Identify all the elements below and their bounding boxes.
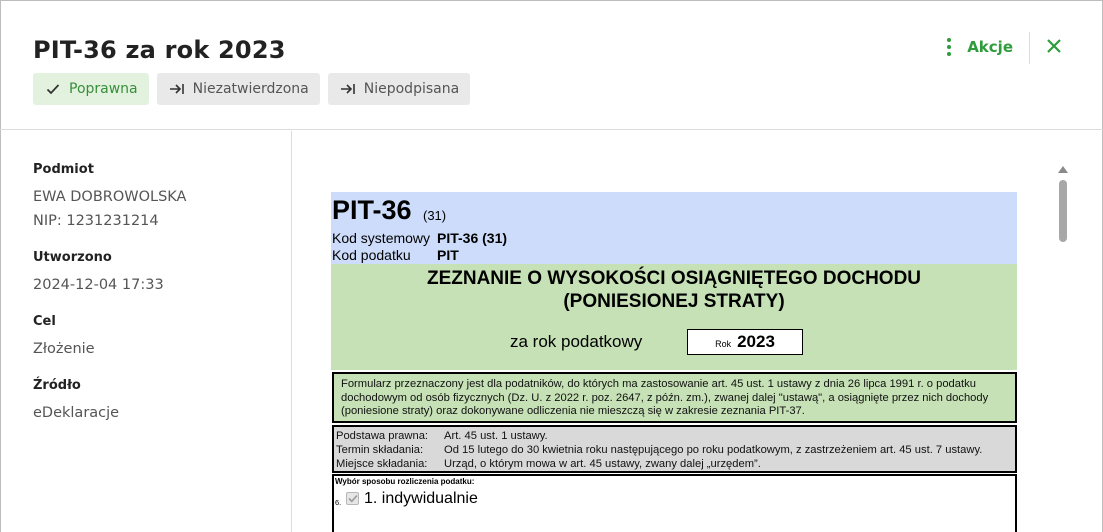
scrollbar-thumb[interactable] xyxy=(1059,180,1067,242)
info-value: Od 15 lutego do 30 kwietnia roku następu… xyxy=(444,444,983,456)
tax-code-value: PIT xyxy=(437,247,459,263)
dialog-header: PIT-36 za rok 2023 Poprawna Niezatwierdz… xyxy=(0,0,1103,130)
form-heading: ZEZNANIE O WYSOKOŚCI OSIĄGNIĘTEGO DOCHOD… xyxy=(331,267,1017,313)
tax-year-box: Rok 2023 xyxy=(687,329,803,355)
choice-title: Wybór sposobu rozliczenia podatku: xyxy=(335,477,475,486)
tax-code-row: Kod podatku PIT xyxy=(332,247,459,263)
info-row: Miejsce składania: Urząd, o którym mowa … xyxy=(336,457,1013,471)
field-value: eDeklaracje xyxy=(33,405,120,421)
field-label: Podmiot xyxy=(33,162,94,177)
divider xyxy=(1029,32,1030,64)
info-value: Urząd, o którym mowa w art. 45 ustawy, z… xyxy=(444,458,761,470)
info-row: Termin składania: Od 15 lutego do 30 kwi… xyxy=(336,443,1013,457)
status-badges: Poprawna Niezatwierdzona Niepodpisana xyxy=(33,73,471,105)
arrow-to-line-icon xyxy=(167,83,187,95)
field-purpose: Cel Złożenie xyxy=(33,314,95,361)
year-small-label: Rok xyxy=(715,338,732,349)
system-code-row: Kod systemowy PIT-36 (31) xyxy=(332,230,507,246)
close-button[interactable] xyxy=(1044,36,1064,56)
tax-form: PIT-36 (31) Kod systemowy PIT-36 (31) Ko… xyxy=(331,192,1017,532)
settlement-choice: Wybór sposobu rozliczenia podatku: 6. 1.… xyxy=(332,474,1017,532)
tax-year-label: za rok podatkowy xyxy=(510,332,643,351)
more-vertical-icon xyxy=(941,38,957,56)
form-title-section: ZEZNANIE O WYSOKOŚCI OSIĄGNIĘTEGO DOCHOD… xyxy=(331,264,1017,370)
field-label: Utworzono xyxy=(33,250,112,265)
status-badge-label: Niepodpisana xyxy=(363,81,460,97)
year-value: 2023 xyxy=(737,332,775,351)
heading-line: (PONIESIONEJ STRATY) xyxy=(563,291,785,312)
status-badge-label: Poprawna xyxy=(69,81,138,97)
status-badge-valid: Poprawna xyxy=(33,73,149,105)
scroll-up-arrow[interactable] xyxy=(1058,166,1068,173)
subject-name: EWA DOBROWOLSKA xyxy=(33,189,187,205)
system-code-value: PIT-36 (31) xyxy=(437,230,508,246)
form-code: PIT-36 xyxy=(332,195,412,225)
details-sidebar: Podmiot EWA DOBROWOLSKA NIP: 1231231214 … xyxy=(0,131,292,532)
status-badge-label: Niezatwierdzona xyxy=(192,81,309,97)
page-title: PIT-36 za rok 2023 xyxy=(33,36,286,64)
form-version: (31) xyxy=(423,208,447,223)
status-badge-unapproved: Niezatwierdzona xyxy=(156,73,320,105)
choice-option-label: 1. indywidualnie xyxy=(364,490,478,507)
field-created: Utworzono 2024-12-04 17:33 xyxy=(33,250,164,297)
actions-button[interactable]: Akcje xyxy=(941,38,1013,56)
close-icon xyxy=(1047,39,1061,53)
system-code-label: Kod systemowy xyxy=(332,230,431,246)
field-value: EWA DOBROWOLSKA NIP: 1231231214 xyxy=(33,185,186,233)
info-key: Termin składania: xyxy=(336,444,424,456)
tax-code-label: Kod podatku xyxy=(332,247,411,263)
field-subject: Podmiot EWA DOBROWOLSKA NIP: 1231231214 xyxy=(33,162,186,233)
form-header: PIT-36 (31) Kod systemowy PIT-36 (31) Ko… xyxy=(331,192,1017,264)
field-label: Cel xyxy=(33,314,56,329)
field-source: Źródło eDeklaracje xyxy=(33,378,119,425)
check-icon xyxy=(43,83,63,95)
filing-info: Podstawa prawna: Art. 45 ust. 1 ustawy. … xyxy=(332,425,1017,473)
form-note: Formularz przeznaczony jest dla podatnik… xyxy=(332,372,1017,423)
info-value: Art. 45 ust. 1 ustawy. xyxy=(444,430,548,442)
status-badge-unsigned: Niepodpisana xyxy=(327,73,471,105)
check-icon xyxy=(347,494,358,503)
info-key: Podstawa prawna: xyxy=(336,430,429,442)
field-value: 2024-12-04 17:33 xyxy=(33,277,164,293)
subject-nip: NIP: 1231231214 xyxy=(33,213,159,229)
individual-checkbox[interactable] xyxy=(346,492,359,505)
field-label: Źródło xyxy=(33,378,81,393)
info-key: Miejsce składania: xyxy=(336,458,428,470)
field-number: 6. xyxy=(335,498,342,507)
arrow-to-line-icon xyxy=(338,83,358,95)
actions-label: Akcje xyxy=(967,38,1013,56)
field-value: Złożenie xyxy=(33,341,95,357)
info-row: Podstawa prawna: Art. 45 ust. 1 ustawy. xyxy=(336,429,1013,443)
heading-line: ZEZNANIE O WYSOKOŚCI OSIĄGNIĘTEGO DOCHOD… xyxy=(426,268,922,289)
